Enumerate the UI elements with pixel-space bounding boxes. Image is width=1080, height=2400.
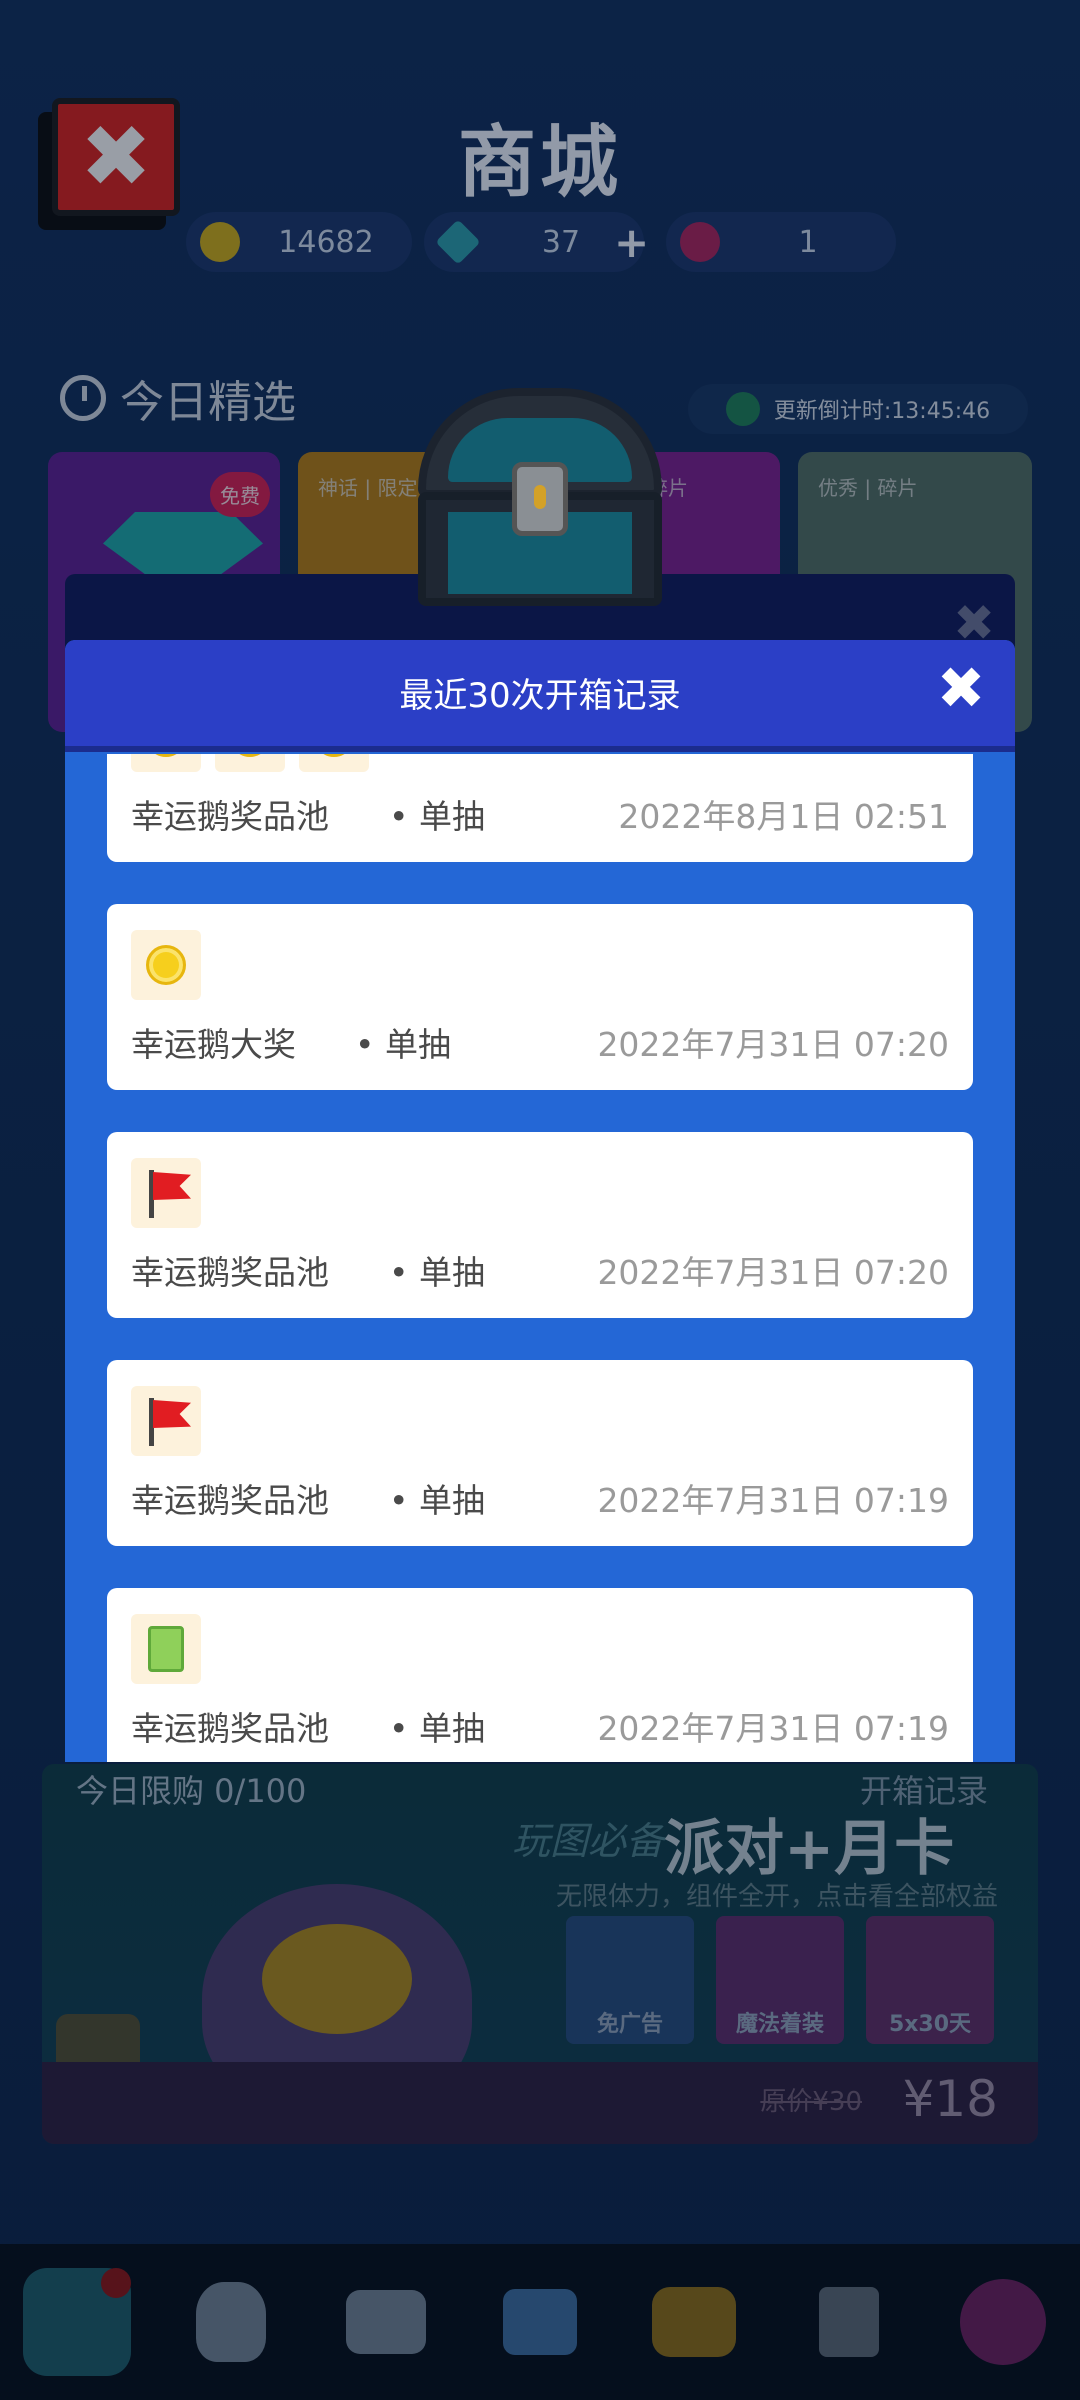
record-time: 2022年8月1日 02:51 — [618, 797, 949, 836]
record-draw-type: • 单抽 — [355, 1025, 451, 1064]
record-card: 幸运鹅大奖 • 单抽 2022年7月31日 07:20 — [107, 904, 973, 1090]
record-card: 幸运鹅奖品池 • 单抽 2022年7月31日 07:19 — [107, 1360, 973, 1546]
record-pool-name: 幸运鹅奖品池 — [131, 1253, 329, 1292]
red-flag-icon — [131, 1158, 201, 1228]
reward-icons — [131, 754, 369, 772]
modal-title: 最近30次开箱记录 — [399, 676, 681, 716]
record-card: 幸运鹅奖品池 • 单抽 2022年7月31日 07:19 — [107, 1588, 973, 1762]
record-time: 2022年7月31日 07:20 — [597, 1025, 949, 1064]
lock-icon — [512, 462, 568, 536]
record-pool-name: 幸运鹅大奖 — [131, 1025, 296, 1064]
record-pool-name: 幸运鹅奖品池 — [131, 797, 329, 836]
records-list[interactable]: 幸运鹅奖品池 • 单抽 2022年8月1日 02:51 幸运鹅大奖 • 单抽 2… — [65, 754, 1015, 1762]
record-draw-type: • 单抽 — [389, 1253, 485, 1292]
gold-coin-icon — [131, 754, 201, 772]
green-card-icon — [131, 1614, 201, 1684]
record-pool-name: 幸运鹅奖品池 — [131, 1709, 329, 1748]
record-card: 幸运鹅奖品池 • 单抽 2022年7月31日 07:20 — [107, 1132, 973, 1318]
record-draw-type: • 单抽 — [389, 1481, 485, 1520]
reward-icons — [131, 1158, 201, 1228]
record-time: 2022年7月31日 07:19 — [597, 1481, 949, 1520]
reward-icons — [131, 1386, 201, 1456]
close-icon[interactable]: ✖ — [929, 656, 993, 720]
open-records-modal: 最近30次开箱记录 ✖ 幸运鹅奖品池 • 单抽 2022年8月1日 02:51 — [65, 640, 1015, 1762]
reward-icons — [131, 1614, 201, 1684]
record-draw-type: • 单抽 — [389, 1709, 485, 1748]
modal-header: 最近30次开箱记录 ✖ — [65, 640, 1015, 752]
gold-coin-icon — [215, 754, 285, 772]
red-flag-icon — [131, 1386, 201, 1456]
gold-coin-icon — [299, 754, 369, 772]
record-time: 2022年7月31日 07:20 — [597, 1253, 949, 1292]
record-draw-type: • 单抽 — [389, 797, 485, 836]
record-card: 幸运鹅奖品池 • 单抽 2022年8月1日 02:51 — [107, 754, 973, 862]
app-root: ✖ 商城 14682 37 + 1 今日精选 更新倒计时:13:45:46 免费 — [0, 0, 1080, 2400]
reward-icons — [131, 930, 201, 1000]
gold-coin-icon — [131, 930, 201, 1000]
record-pool-name: 幸运鹅奖品池 — [131, 1481, 329, 1520]
record-time: 2022年7月31日 07:19 — [597, 1709, 949, 1748]
